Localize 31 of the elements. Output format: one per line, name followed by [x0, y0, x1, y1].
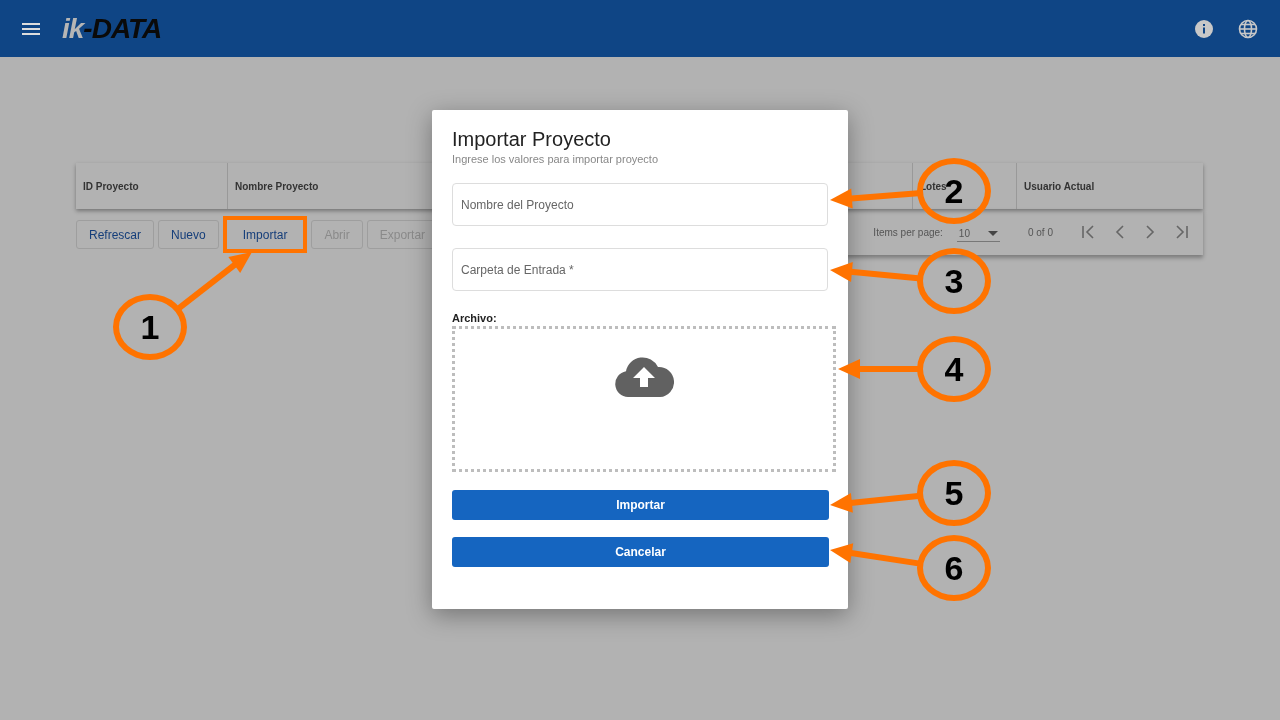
- toolbar-button[interactable]: Importar: [222, 216, 308, 253]
- range-label: 0 of 0: [1027, 226, 1053, 238]
- input-field[interactable]: Carpeta de Entrada *: [452, 248, 828, 291]
- first-page-icon[interactable]: [1081, 225, 1095, 239]
- column-header: Usuario Actual: [1023, 179, 1096, 194]
- next-page-icon[interactable]: [1145, 225, 1155, 239]
- caret-icon: [987, 230, 998, 237]
- items-per-page-label: Items per page:: [873, 226, 943, 238]
- dialog-subtitle: Ingrese los valores para importar proyecto: [452, 153, 660, 165]
- menu-icon[interactable]: [22, 21, 40, 36]
- callout-number: 1: [113, 294, 187, 360]
- info-icon[interactable]: [1194, 18, 1214, 39]
- page-size-select[interactable]: 10: [956, 228, 1000, 242]
- callout-number: 5: [917, 460, 991, 526]
- cloud-upload-icon: [614, 357, 674, 397]
- column-header: ID Proyecto: [76, 163, 228, 209]
- dialog-button[interactable]: Cancelar: [452, 537, 829, 567]
- globe-icon[interactable]: [1238, 18, 1258, 39]
- callout-number: 6: [917, 535, 991, 601]
- dialog-title: Importar Proyecto: [452, 128, 612, 151]
- file-drop-zone[interactable]: [452, 326, 836, 472]
- file-label: Archivo:: [452, 312, 498, 324]
- last-page-icon[interactable]: [1175, 225, 1189, 239]
- logo: ik-DATA: [62, 12, 162, 45]
- callout-number: 4: [917, 336, 991, 402]
- toolbar-button[interactable]: Nuevo: [158, 220, 219, 249]
- previous-page-icon[interactable]: [1115, 225, 1125, 239]
- input-field[interactable]: Nombre del Proyecto: [452, 183, 828, 226]
- callout-number: 3: [917, 248, 991, 314]
- dialog-button[interactable]: Importar: [452, 490, 829, 520]
- toolbar-button[interactable]: Refrescar: [76, 220, 154, 249]
